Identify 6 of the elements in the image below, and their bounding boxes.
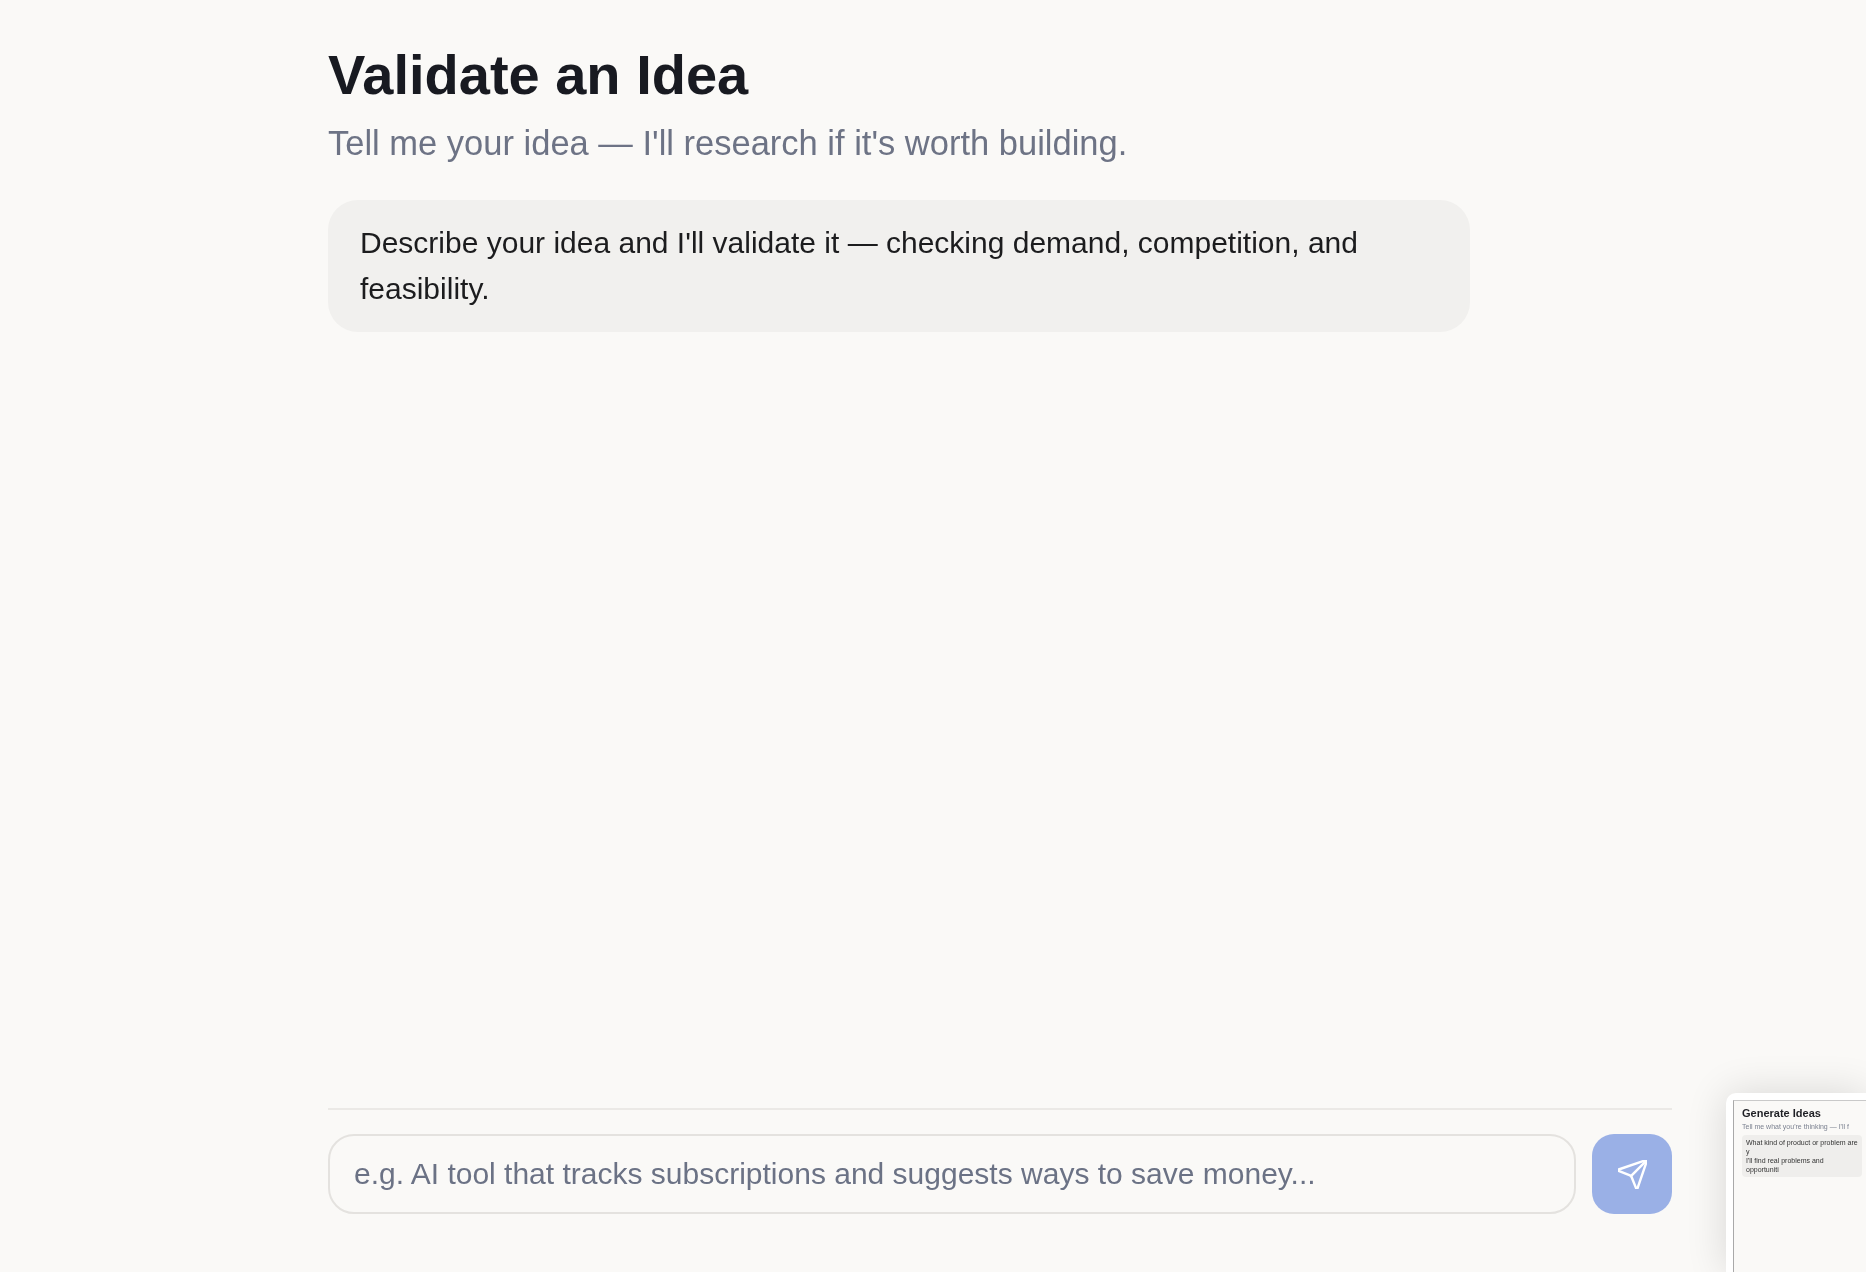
page-title: Validate an Idea [328,42,749,108]
send-icon [1617,1159,1647,1189]
message-bubble: Describe your idea and I'll validate it — checking demand, competition, and feasibility. [328,200,1470,332]
page-subtitle: Tell me your idea — I'll research if it's worth building. [328,123,1128,164]
message-input[interactable]: e.g. AI tool that tracks subscriptions and suggests ways to save money... [328,1134,1576,1214]
thumbnail-title: Generate Ideas [1742,1107,1821,1120]
